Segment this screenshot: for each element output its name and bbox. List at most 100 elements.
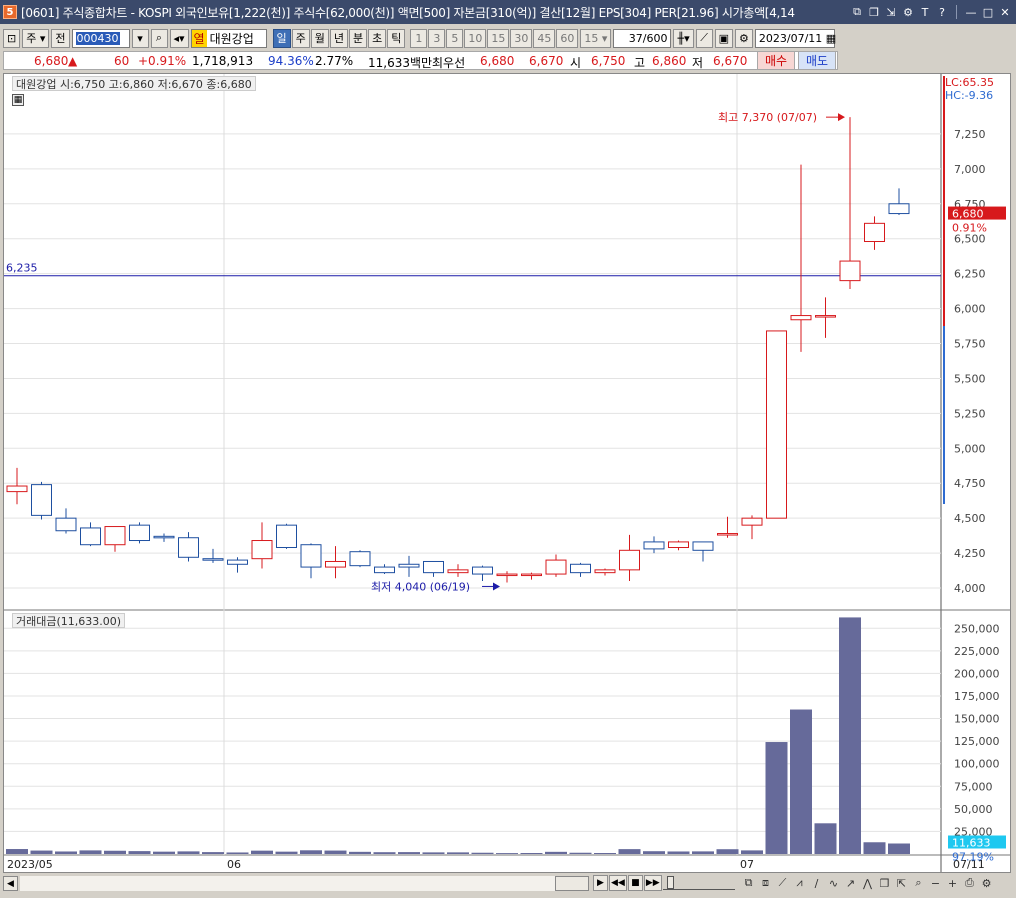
maximize-icon[interactable]: □ <box>981 5 995 19</box>
code-dropdown-icon[interactable]: ▾ <box>131 28 149 48</box>
candle-body <box>692 541 714 551</box>
print-icon[interactable]: ⎙ <box>962 875 977 891</box>
chart-area[interactable]: 4,000 4,250 4,500 4,750 5,000 5,250 5,500 5,750… <box>3 73 1011 873</box>
interval-button-6[interactable]: 45 <box>533 28 556 48</box>
zoom-icon[interactable]: ⌕ <box>911 875 926 891</box>
scroll-left-icon[interactable]: ◀ <box>3 876 18 891</box>
settings-icon[interactable]: ⚙ <box>901 5 915 19</box>
zoom-knob[interactable] <box>667 876 674 889</box>
volume-bar <box>373 852 396 854</box>
volume-bar <box>226 852 249 854</box>
interval-button-4[interactable]: 15 <box>487 28 510 48</box>
period-button-1[interactable]: 주 <box>291 28 310 48</box>
search-icon[interactable]: ⌕ <box>150 28 168 48</box>
volume-bar <box>667 851 690 854</box>
candle-body <box>227 559 248 565</box>
candle-body <box>717 533 738 536</box>
scroll-track[interactable] <box>20 876 555 891</box>
stock-name-field[interactable]: 열 대원강업 <box>190 28 267 48</box>
table-icon[interactable]: ▦ <box>12 94 24 106</box>
period-button-6[interactable]: 틱 <box>387 28 406 48</box>
quote-open: 6,750 <box>591 54 626 68</box>
sound-icon[interactable]: ◂▾ <box>169 28 189 48</box>
interval-button-0[interactable]: 1 <box>410 28 428 48</box>
buy-button[interactable]: 매수 <box>757 51 795 70</box>
date-input[interactable]: 2023/07/11 ▦ <box>754 28 836 48</box>
axis-panel <box>941 74 1010 872</box>
interval-select[interactable]: 15 ▾ <box>580 28 612 48</box>
font-icon[interactable]: T <box>918 5 932 19</box>
chart-type-icon[interactable]: ⊡ <box>3 28 21 48</box>
scroll-thumb[interactable] <box>555 876 589 891</box>
change-arrow: ▲ <box>68 54 78 68</box>
pattern-tool-icon[interactable]: ⋀ <box>860 875 875 891</box>
wave-tool-icon[interactable]: ∿ <box>826 875 841 891</box>
arrow-tool-icon[interactable]: ↗ <box>843 875 858 891</box>
zoom-slider[interactable] <box>663 876 735 890</box>
fast-forward-icon[interactable]: ▶▶ <box>643 875 662 891</box>
scroll-right-icon[interactable]: ▶ <box>593 875 608 891</box>
price-tick-label: 4,000 <box>954 582 986 595</box>
volume-bar <box>765 742 788 854</box>
sell-button[interactable]: 매도 <box>798 51 836 70</box>
candle-body <box>815 315 836 318</box>
gear-icon[interactable]: ⚙ <box>735 28 753 48</box>
candle-style-icon[interactable]: ╫▾ <box>673 28 694 48</box>
candle-body <box>251 540 273 560</box>
period-button-2[interactable]: 월 <box>310 28 329 48</box>
down-range-bar <box>943 326 945 504</box>
interval-button-2[interactable]: 5 <box>446 28 464 48</box>
close-icon[interactable]: ✕ <box>998 5 1012 19</box>
chart-overlay-icon[interactable]: ⧈ <box>758 875 773 891</box>
volume-bar <box>569 852 592 854</box>
help-icon[interactable]: ? <box>935 5 949 19</box>
period-button-5[interactable]: 초 <box>368 28 387 48</box>
stop-icon[interactable]: ■ <box>627 875 643 891</box>
trend-tool-icon[interactable]: ⟋ <box>775 875 790 891</box>
chart-split-icon[interactable]: ⧉ <box>741 875 756 891</box>
candle-body <box>888 203 910 215</box>
export-icon[interactable]: ⇱ <box>894 875 909 891</box>
pin-icon[interactable]: ⇲ <box>884 5 898 19</box>
price-tick-label: 5,000 <box>954 442 986 455</box>
interval-button-1[interactable]: 3 <box>428 28 446 48</box>
link-window-icon[interactable]: ⧉ <box>850 5 864 19</box>
volume-bar <box>520 853 543 854</box>
period-button-0[interactable]: 일 <box>272 28 291 48</box>
interval-button-3[interactable]: 10 <box>464 28 487 48</box>
count-input[interactable]: 37/600 <box>613 28 672 48</box>
volume-bar <box>251 850 273 854</box>
zoom-in-icon[interactable]: + <box>945 875 960 891</box>
bottom-bar: ◀ ▶ ◀◀ ■ ▶▶ ⧉ ⧈ ⟋ ⩘ ∕ ∿ ↗ ⋀ ❐ ⇱ ⌕ − + ⎙ … <box>3 874 1011 893</box>
fibo-tool-icon[interactable]: ⩘ <box>792 875 807 891</box>
window-title: [0601] 주식종합차트 - KOSPI 외국인보유[1,222(천)] 주식… <box>21 5 795 20</box>
volume-bar <box>618 849 641 854</box>
config-icon[interactable]: ⚙ <box>979 875 994 891</box>
volume-bar <box>79 850 102 854</box>
save-icon[interactable]: ▣ <box>714 28 734 48</box>
volume-bar <box>202 852 224 854</box>
copy-icon[interactable]: ❐ <box>877 875 892 891</box>
volume-bar <box>643 851 665 854</box>
period-button-3[interactable]: 년 <box>329 28 349 48</box>
period-select[interactable]: 주 ▾ <box>22 28 50 48</box>
minimize-icon[interactable]: — <box>964 5 978 19</box>
line-tool-icon[interactable]: ∕ <box>809 875 824 891</box>
prev-button[interactable]: 전 <box>51 28 70 48</box>
interval-button-5[interactable]: 30 <box>510 28 533 48</box>
volume-pct-label: 97.19% <box>952 850 994 863</box>
period-button-4[interactable]: 분 <box>349 28 368 48</box>
chart-canvas[interactable]: 4,000 4,250 4,500 4,750 5,000 5,250 5,500 5,750… <box>4 74 1010 872</box>
volume-tick-label: 150,000 <box>954 713 1000 726</box>
interval-button-7[interactable]: 60 <box>556 28 579 48</box>
clone-window-icon[interactable]: ❐ <box>867 5 881 19</box>
volume-tick-label: 75,000 <box>954 780 993 793</box>
volume-bar <box>741 850 763 854</box>
volume-bar <box>496 853 518 854</box>
candle-body <box>374 566 395 574</box>
rewind-icon[interactable]: ◀◀ <box>609 875 627 891</box>
draw-tool-icon[interactable]: ⟋ <box>695 28 713 48</box>
zoom-out-icon[interactable]: − <box>928 875 943 891</box>
volume-bar <box>153 851 175 854</box>
stock-code-input[interactable]: 000430 <box>71 28 130 48</box>
